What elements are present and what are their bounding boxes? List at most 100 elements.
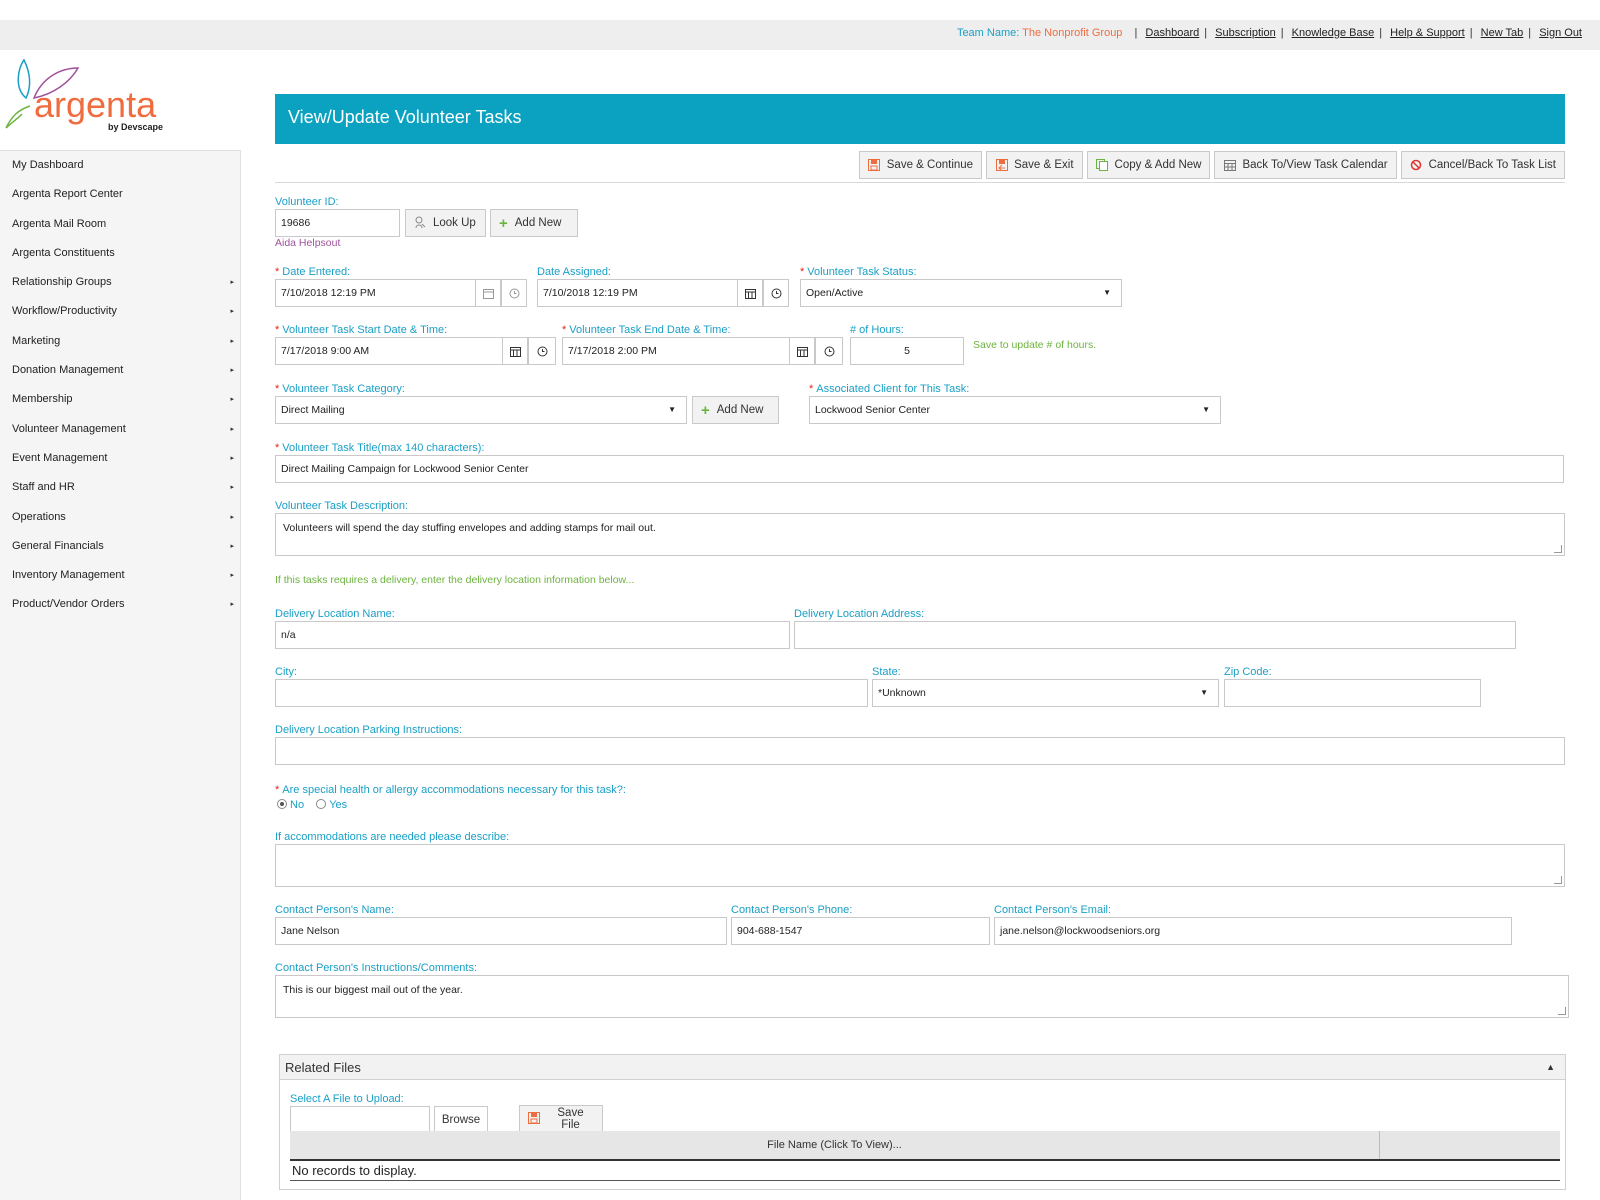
knowledge-base-link[interactable]: Knowledge Base: [1292, 27, 1375, 39]
health-yes-radio[interactable]: [316, 799, 327, 809]
end-datetime-field[interactable]: 7/17/2018 2:00 PM: [562, 337, 790, 365]
delivery-location-name-label: Delivery Location Name:: [275, 608, 395, 620]
sidebar-item-argenta-mail-room[interactable]: Argenta Mail Room: [0, 210, 240, 239]
delivery-location-address-field[interactable]: [794, 621, 1516, 649]
sidebar-item-marketing[interactable]: Marketing ▸: [0, 327, 240, 356]
accommodations-textarea[interactable]: [275, 844, 1565, 887]
browse-label: Browse: [441, 1114, 481, 1126]
resize-handle[interactable]: [1554, 876, 1562, 884]
start-calendar-icon[interactable]: [502, 337, 528, 365]
contact-email-field[interactable]: jane.nelson@lockwoodseniors.org: [994, 917, 1512, 945]
sidebar-item-workflow-productivity[interactable]: Workflow/Productivity ▸: [0, 297, 240, 326]
date-entered-calendar-icon[interactable]: [475, 279, 501, 307]
hours-note: Save to update # of hours.: [973, 339, 1097, 351]
sidebar-item-label: Event Management: [12, 451, 108, 464]
sidebar-item-donation-management[interactable]: Donation Management ▸: [0, 356, 240, 385]
lookup-label: Look Up: [433, 217, 476, 229]
subscription-link[interactable]: Subscription: [1215, 27, 1276, 39]
save-icon: [868, 159, 881, 172]
top-nav-bar: Team Name: The Nonprofit Group | Dashboa…: [0, 20, 1600, 50]
save-icon: [528, 1111, 540, 1127]
zip-field[interactable]: [1224, 679, 1481, 707]
related-files-header[interactable]: Related Files ▲: [280, 1055, 1565, 1080]
related-files-panel: Related Files ▲ Select A File to Upload:…: [279, 1054, 1566, 1190]
contact-phone-label: Contact Person's Phone:: [731, 904, 853, 916]
chevron-down-icon: ▼: [1103, 288, 1111, 297]
sidebar-item-relationship-groups[interactable]: Relationship Groups ▸: [0, 268, 240, 297]
category-label: * Volunteer Task Category:: [275, 383, 405, 395]
logo-byline: by Devscape: [108, 122, 164, 132]
date-entered-clock-icon[interactable]: [501, 279, 527, 307]
sidebar-item-product-vendor-orders[interactable]: Product/Vendor Orders ▸: [0, 590, 240, 619]
add-new-volunteer-button[interactable]: + Add New: [490, 209, 578, 237]
contact-phone-field[interactable]: 904-688-1547: [731, 917, 990, 945]
save-continue-button[interactable]: Save & Continue: [858, 151, 983, 179]
delivery-location-name-field[interactable]: n/a: [275, 621, 790, 649]
sidebar-item-staff-and-hr[interactable]: Staff and HR ▸: [0, 473, 240, 502]
cancel-back-button[interactable]: Cancel/Back To Task List: [1400, 151, 1565, 179]
save-file-button[interactable]: Save File: [519, 1105, 603, 1133]
end-calendar-icon[interactable]: [789, 337, 815, 365]
start-clock-icon[interactable]: [528, 337, 556, 365]
task-title-field[interactable]: Direct Mailing Campaign for Lockwood Sen…: [275, 455, 1564, 483]
help-support-link[interactable]: Help & Support: [1390, 27, 1465, 39]
page-title: View/Update Volunteer Tasks: [275, 94, 1565, 144]
sidebar-item-inventory-management[interactable]: Inventory Management ▸: [0, 561, 240, 590]
end-datetime-label: * Volunteer Task End Date & Time:: [562, 324, 731, 336]
sidebar-item-my-dashboard[interactable]: My Dashboard: [0, 151, 240, 180]
status-select[interactable]: Open/Active ▼: [800, 279, 1122, 307]
add-new-category-button[interactable]: + Add New: [692, 396, 779, 424]
sidebar-item-argenta-report-center[interactable]: Argenta Report Center: [0, 180, 240, 209]
category-select[interactable]: Direct Mailing ▼: [275, 396, 687, 424]
copy-add-new-button[interactable]: Copy & Add New: [1086, 151, 1211, 179]
argenta-logo[interactable]: argenta by Devscape: [4, 58, 174, 134]
start-datetime-field[interactable]: 7/17/2018 9:00 AM: [275, 337, 503, 365]
volunteer-id-field[interactable]: 19686: [275, 209, 400, 237]
back-to-calendar-button[interactable]: Back To/View Task Calendar: [1214, 151, 1397, 179]
end-clock-icon[interactable]: [815, 337, 843, 365]
collapse-icon[interactable]: ▲: [1546, 1055, 1555, 1080]
status-label: * Volunteer Task Status:: [800, 266, 917, 278]
date-assigned-clock-icon[interactable]: [763, 279, 789, 307]
resize-handle[interactable]: [1554, 545, 1562, 553]
sidebar-item-label: Argenta Mail Room: [12, 217, 107, 230]
dashboard-link[interactable]: Dashboard: [1145, 27, 1199, 39]
delivery-location-address-label: Delivery Location Address:: [794, 608, 925, 620]
lookup-button[interactable]: Look Up: [405, 209, 486, 237]
parking-instructions-field[interactable]: [275, 737, 1565, 765]
sidebar-item-label: Donation Management: [12, 364, 124, 377]
hours-field[interactable]: 5: [850, 337, 964, 365]
sidebar-item-event-management[interactable]: Event Management ▸: [0, 444, 240, 473]
sidebar-item-general-financials[interactable]: General Financials ▸: [0, 532, 240, 561]
task-description-textarea[interactable]: Volunteers will spend the day stuffing e…: [275, 513, 1565, 556]
file-name-column-header[interactable]: File Name (Click To View)...: [290, 1131, 1380, 1159]
new-tab-link[interactable]: New Tab: [1481, 27, 1524, 39]
client-select[interactable]: Lockwood Senior Center ▼: [809, 396, 1221, 424]
date-assigned-calendar-icon[interactable]: [737, 279, 763, 307]
resize-handle[interactable]: [1558, 1007, 1566, 1015]
sidebar-item-volunteer-management[interactable]: Volunteer Management ▸: [0, 415, 240, 444]
city-label: City:: [275, 666, 297, 678]
sidebar-item-membership[interactable]: Membership ▸: [0, 385, 240, 414]
date-assigned-field[interactable]: 7/10/2018 12:19 PM: [537, 279, 738, 307]
save-exit-label: Save & Exit: [1014, 159, 1074, 171]
contact-comments-textarea[interactable]: This is our biggest mail out of the year…: [275, 975, 1569, 1018]
browse-button[interactable]: Browse: [434, 1106, 488, 1134]
save-exit-button[interactable]: Save & Exit: [986, 151, 1083, 179]
health-no-radio[interactable]: [277, 799, 287, 809]
sidebar-item-argenta-constituents[interactable]: Argenta Constituents: [0, 239, 240, 268]
city-field[interactable]: [275, 679, 868, 707]
client-label: * Associated Client for This Task:: [809, 383, 970, 395]
state-select[interactable]: *Unknown ▼: [872, 679, 1219, 707]
chevron-right-icon: ▸: [230, 367, 234, 375]
chevron-right-icon: ▸: [230, 396, 234, 404]
contact-name-field[interactable]: Jane Nelson: [275, 917, 727, 945]
plus-icon: +: [701, 401, 710, 419]
add-new-label: Add New: [514, 217, 562, 229]
sign-out-link[interactable]: Sign Out: [1539, 27, 1582, 39]
date-entered-field[interactable]: 7/10/2018 12:19 PM: [275, 279, 476, 307]
file-path-field[interactable]: [290, 1106, 430, 1134]
main-content: View/Update Volunteer Tasks Save & Conti…: [275, 94, 1569, 1190]
date-entered-label: * Date Entered:: [275, 266, 351, 278]
sidebar-item-operations[interactable]: Operations ▸: [0, 503, 240, 532]
